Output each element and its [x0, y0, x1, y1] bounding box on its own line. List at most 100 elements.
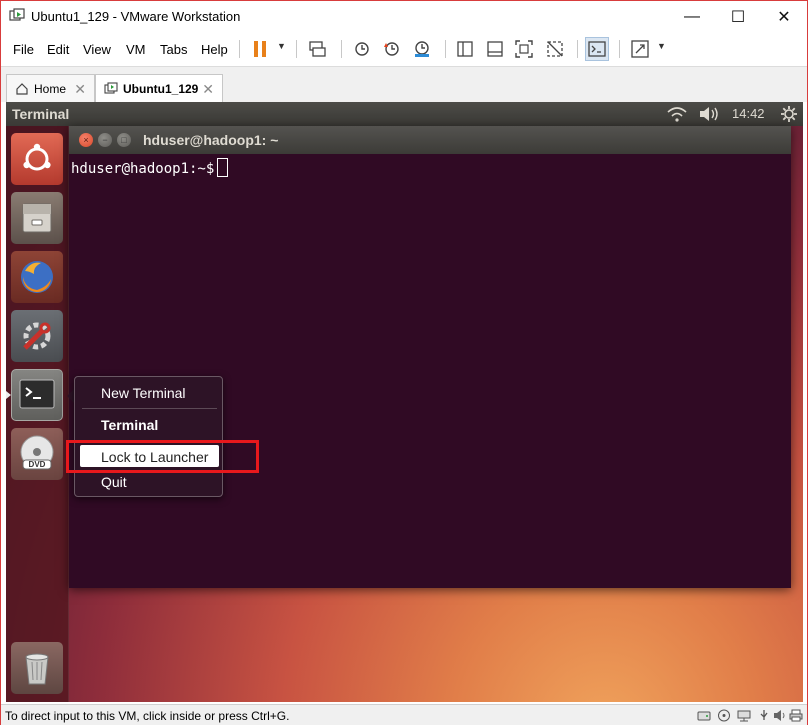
tab-home[interactable]: Home ✕	[6, 74, 95, 103]
menu-file[interactable]: File	[13, 42, 34, 57]
printer-icon[interactable]	[789, 709, 803, 722]
vmware-app-icon	[9, 8, 25, 21]
close-window-button[interactable]: ✕	[761, 1, 807, 32]
terminal-prompt-line[interactable]: hduser@hadoop1:~$	[71, 158, 229, 177]
terminal-window[interactable]: × − □ hduser@hadoop1: ~ hduser@hadoop1:~…	[69, 126, 791, 588]
clock[interactable]: 14:42	[732, 106, 765, 121]
wifi-icon[interactable]	[666, 105, 688, 123]
thumbnail-bar-icon	[487, 41, 503, 57]
close-icon: ×	[83, 135, 89, 145]
active-app-title: Terminal	[12, 106, 70, 122]
settings-gear-icon[interactable]	[780, 105, 798, 123]
cd-dvd-icon[interactable]	[717, 709, 731, 722]
svg-text:DVD: DVD	[29, 460, 46, 469]
tab-home-label: Home	[34, 82, 67, 96]
launcher-quicklist: New Terminal Terminal Lock to Launcher Q…	[74, 376, 223, 497]
launcher-item-files[interactable]	[11, 192, 63, 244]
hard-disk-icon[interactable]	[697, 709, 711, 722]
tab-ubuntu1-129-close-icon[interactable]: ✕	[202, 81, 214, 98]
library-view-button[interactable]	[453, 37, 477, 61]
console-view-button[interactable]	[585, 37, 609, 61]
usb-icon[interactable]	[757, 709, 771, 722]
menu-item-new-terminal[interactable]: New Terminal	[101, 385, 186, 401]
menu-toolbar: File Edit View VM Tabs Help ▼ ▼	[1, 32, 807, 66]
sound-icon[interactable]	[773, 709, 787, 722]
home-icon	[16, 83, 28, 95]
close-icon: ✕	[777, 8, 791, 26]
pause-dropdown-icon[interactable]: ▼	[277, 41, 286, 51]
window-title: Ubuntu1_129 - VMware Workstation	[31, 9, 241, 24]
terminal-close-button[interactable]: ×	[79, 133, 93, 147]
revert-snapshot-button[interactable]	[380, 37, 404, 61]
tab-home-close-icon[interactable]: ✕	[74, 81, 86, 98]
minimize-button[interactable]: —	[669, 1, 715, 32]
ubuntu-dash-icon	[23, 143, 51, 171]
terminal-title: hduser@hadoop1: ~	[143, 132, 279, 148]
launcher-item-trash[interactable]	[11, 642, 63, 694]
menu-vm[interactable]: VM	[126, 42, 146, 57]
status-bar: To direct input to this VM, click inside…	[1, 704, 807, 725]
toolbar-divider	[619, 40, 620, 58]
stretch-guest-button[interactable]	[628, 37, 652, 61]
thumbnail-bar-button[interactable]	[483, 37, 507, 61]
console-view-icon	[588, 41, 606, 57]
maximize-icon: ☐	[730, 8, 746, 26]
full-screen-button[interactable]	[512, 37, 536, 61]
unity-launcher: DVD	[6, 126, 69, 702]
snapshot-manager-button[interactable]	[410, 37, 434, 61]
minimize-icon: −	[102, 135, 108, 145]
library-view-icon	[457, 41, 473, 57]
highlight-annotation-box	[66, 440, 259, 473]
launcher-item-system-settings[interactable]	[11, 310, 63, 362]
network-icon[interactable]	[737, 709, 751, 722]
stretch-dropdown-icon[interactable]: ▼	[657, 41, 666, 51]
ubuntu-top-panel: Terminal 14:42	[6, 102, 803, 126]
title-bar: Ubuntu1_129 - VMware Workstation — ☐ ✕	[1, 1, 807, 32]
trash-icon	[25, 653, 49, 685]
status-message: To direct input to this VM, click inside…	[5, 709, 290, 723]
toolbar-divider	[577, 40, 578, 58]
full-screen-icon	[515, 40, 533, 58]
tab-ubuntu1-129[interactable]: Ubuntu1_129 ✕	[95, 74, 223, 103]
send-ctrl-alt-del-button[interactable]	[306, 37, 330, 61]
menu-view[interactable]: View	[83, 42, 111, 57]
toolbar-divider	[445, 40, 446, 58]
pause-icon	[254, 41, 266, 57]
launcher-item-dvd[interactable]: DVD	[11, 428, 63, 480]
terminal-maximize-button[interactable]: □	[117, 133, 131, 147]
launcher-item-firefox[interactable]	[11, 251, 63, 303]
maximize-icon: □	[121, 135, 127, 145]
terminal-titlebar[interactable]: × − □ hduser@hadoop1: ~	[69, 126, 791, 154]
stretch-guest-icon	[631, 40, 649, 58]
dvd-icon: DVD	[20, 435, 54, 470]
menu-tabs[interactable]: Tabs	[160, 42, 187, 57]
vm-display[interactable]: Terminal 14:42 DVD × − □ hduser@hadoop1:…	[6, 102, 803, 702]
menu-item-quit[interactable]: Quit	[101, 474, 127, 490]
maximize-button[interactable]: ☐	[715, 1, 761, 32]
volume-icon[interactable]	[698, 105, 720, 123]
tab-bar: Home ✕ Ubuntu1_129 ✕	[1, 66, 807, 103]
text-cursor	[217, 158, 229, 177]
pause-button[interactable]	[248, 37, 272, 61]
toolbar-divider	[341, 40, 342, 58]
system-settings-icon	[23, 322, 51, 350]
menu-help[interactable]: Help	[201, 42, 228, 57]
toolbar-divider	[296, 40, 297, 58]
firefox-icon	[21, 261, 53, 293]
snapshot-icon	[355, 42, 369, 56]
snapshot-button[interactable]	[350, 37, 374, 61]
menu-edit[interactable]: Edit	[47, 42, 69, 57]
vm-icon	[104, 82, 118, 94]
unity-icon	[547, 41, 563, 57]
terminal-minimize-button[interactable]: −	[98, 133, 112, 147]
snapshot-manager-icon	[415, 41, 429, 57]
launcher-item-terminal[interactable]	[11, 369, 63, 421]
revert-snapshot-icon	[384, 42, 399, 56]
unity-button[interactable]	[543, 37, 567, 61]
launcher-item-dash[interactable]	[11, 133, 63, 185]
tab-ubuntu1-129-label: Ubuntu1_129	[123, 82, 199, 96]
menu-item-terminal-title: Terminal	[101, 417, 159, 433]
send-ctrl-alt-del-icon	[309, 41, 326, 57]
terminal-icon	[19, 379, 55, 409]
files-icon	[22, 203, 52, 233]
